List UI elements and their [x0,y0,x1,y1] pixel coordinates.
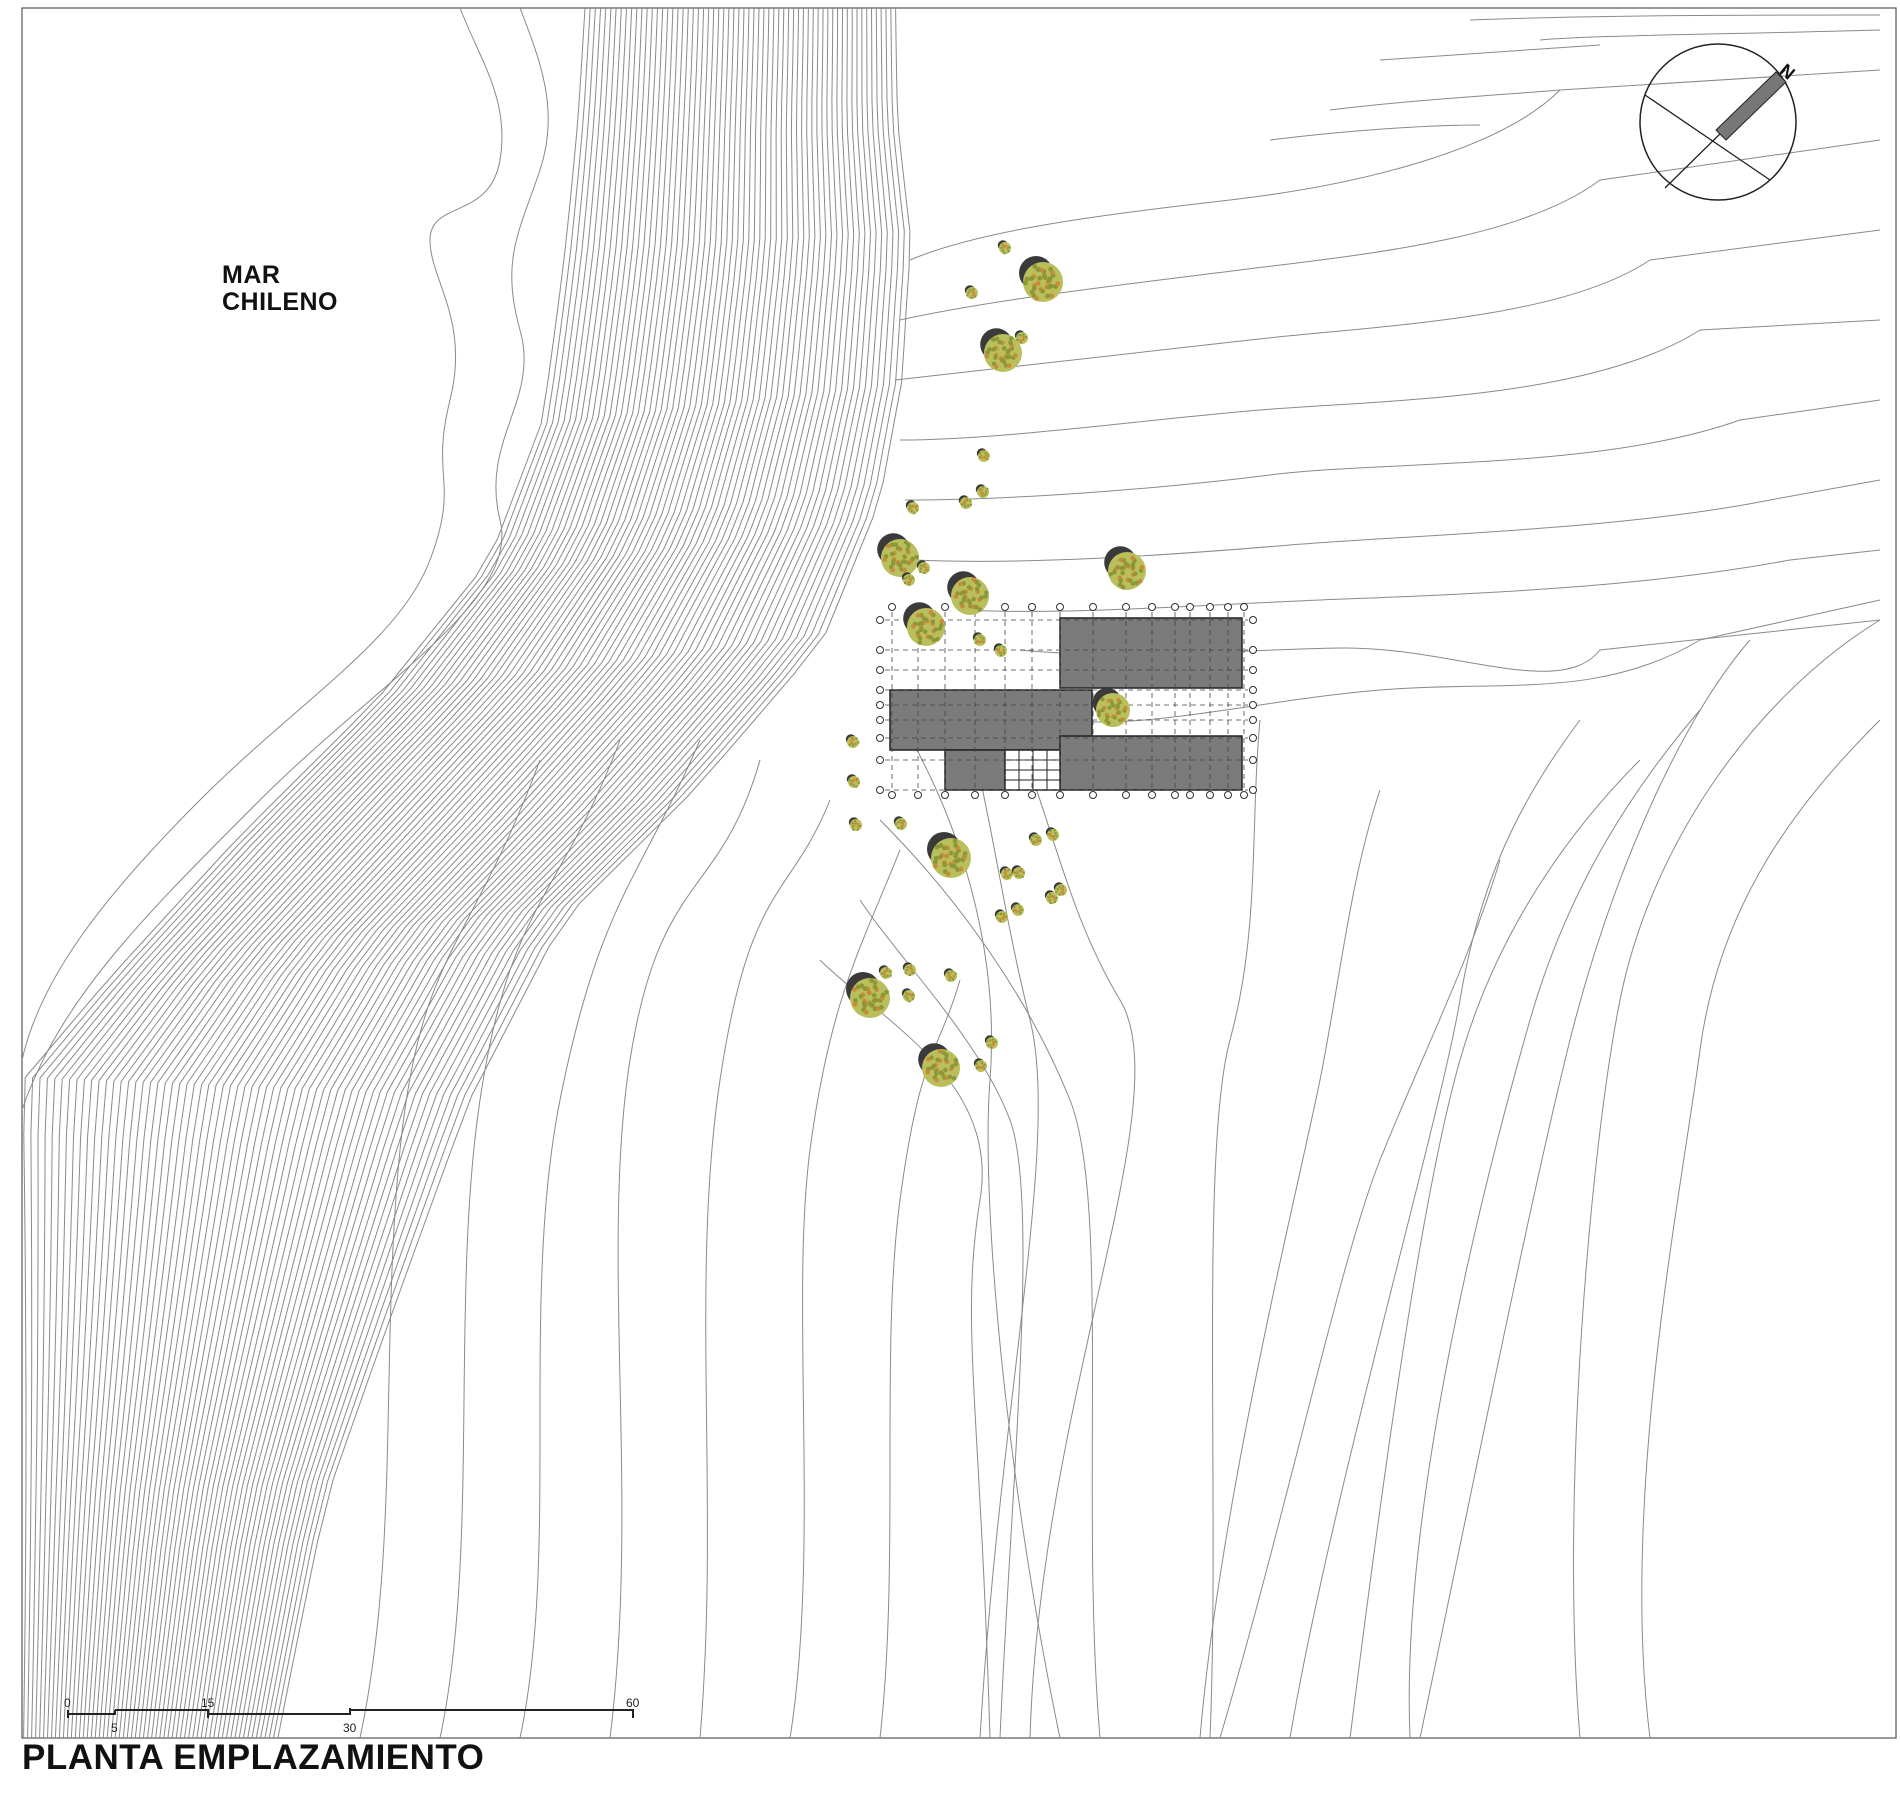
cliff-contours [23,7,911,1739]
tree-icon [976,448,990,462]
building-volume-east [1059,617,1243,689]
tree-icon [1092,687,1130,727]
tree-icon [997,240,1011,255]
tree-icon [902,962,916,977]
scale-label-15: 15 [201,1696,215,1710]
scale-bar-icon [67,1708,634,1718]
building-volume-south-east [1059,735,1243,791]
drawing-title: PLANTA EMPLAZAMIENTO [22,1738,485,1777]
tree-icon [1010,902,1024,916]
tree-icon [918,1043,960,1087]
scale-label-0: 0 [64,1696,71,1710]
tree-icon [878,965,892,979]
tree-icon [846,774,860,788]
tree-icon [973,1058,987,1072]
tree-icon [984,1035,998,1049]
tree-icon [947,571,989,615]
scale-label-60: 60 [626,1696,640,1710]
tree-icon [903,602,945,646]
sea-label-line1: MAR [222,261,281,289]
north-arrow-icon: N [1639,43,1799,201]
tree-icon [993,643,1007,657]
tree-icon [1011,865,1025,879]
tree-icon [845,734,860,748]
tree-icon [975,484,989,498]
tree-icon [927,832,971,878]
tree-icon [916,560,930,574]
sea-label-line2: CHILENO [222,288,338,316]
scale-label-5: 5 [111,1721,118,1735]
tree-icon [901,988,915,1003]
tree-icon [848,817,862,831]
tree-icon [905,500,919,515]
tree-icon [846,972,890,1018]
tree-icon [964,285,978,299]
tree-icon [943,968,957,982]
tree-icon [893,816,907,830]
tree-icon [1019,256,1063,302]
tree-icon [999,866,1014,880]
tree-icon [958,495,973,509]
tree-icon [877,533,919,577]
tree-icon [1104,546,1146,590]
tree-icon [901,572,915,586]
scale-label-30: 30 [343,1721,357,1735]
tree-icon [1028,832,1042,846]
sea-label: MAR CHILENO [222,262,338,316]
tree-icon [1045,827,1059,841]
